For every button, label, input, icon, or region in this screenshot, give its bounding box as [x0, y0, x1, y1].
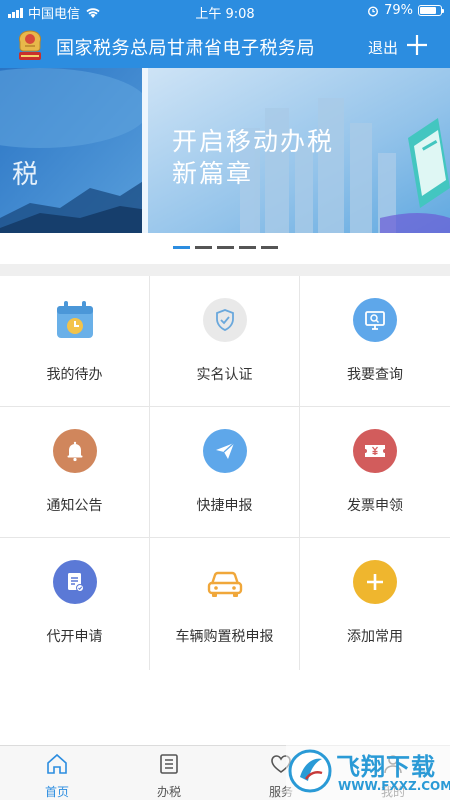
shield-check-icon	[202, 298, 247, 342]
grid-item-label: 实名认证	[196, 367, 253, 383]
tab-tax[interactable]: 办税	[129, 752, 209, 800]
grid-item-label: 我要查询	[347, 367, 403, 383]
banner-headline-2: 新篇章	[172, 159, 254, 188]
status-bar: 中国电信 上午 9:08 79%	[0, 0, 450, 22]
car-icon	[207, 571, 242, 597]
carousel-indicator	[0, 246, 450, 249]
document-edit-icon	[52, 560, 97, 604]
watermark-url: WWW.FXXZ.COM	[338, 779, 450, 793]
banner-left-text: 税	[12, 160, 39, 190]
alarm-icon	[368, 5, 379, 17]
list-icon	[160, 754, 178, 774]
carousel-dot[interactable]	[260, 246, 278, 249]
grid-item-realname-auth[interactable]: 实名认证	[150, 276, 300, 407]
grid-item-add-favorite[interactable]: 添加常用	[300, 538, 450, 670]
logout-button[interactable]: 退出	[368, 37, 398, 58]
carousel-dot[interactable]	[238, 246, 256, 249]
function-grid: 我的待办 实名认证 我要查询 通知公告 快捷申报 发票申领 代开申请 车辆购置税…	[0, 276, 450, 670]
promo-banner[interactable]: 税 开启移动办税 新篇章	[0, 68, 450, 233]
site-watermark: 飞翔下载 WWW.FXXZ.COM	[286, 743, 450, 800]
grid-item-proxy-invoice[interactable]: 代开申请	[0, 538, 150, 670]
carousel-dot[interactable]	[172, 246, 190, 249]
plus-circle-icon	[353, 560, 397, 604]
grid-item-label: 发票申领	[347, 498, 403, 514]
tab-label: 首页	[44, 785, 69, 799]
page-title: 国家税务总局甘肃省电子税务局	[56, 38, 315, 59]
national-tax-emblem-icon	[19, 30, 41, 60]
battery-percent: 79%	[384, 3, 413, 18]
grid-item-label: 快捷申报	[196, 498, 253, 514]
grid-item-my-todo[interactable]: 我的待办	[0, 276, 150, 407]
plus-icon[interactable]	[404, 32, 430, 58]
grid-item-label: 代开申请	[46, 629, 103, 645]
tab-home[interactable]: 首页	[17, 752, 97, 800]
grid-item-quick-declare[interactable]: 快捷申报	[150, 407, 300, 538]
home-icon	[47, 753, 67, 774]
app-header: 中国电信 上午 9:08 79% 国家税务总局甘肃省电子税务局 退出	[0, 0, 450, 68]
grid-item-label: 通知公告	[46, 498, 103, 514]
grid-item-invoice-apply[interactable]: 发票申领	[300, 407, 450, 538]
grid-item-label: 我的待办	[46, 367, 103, 383]
grid-item-notice[interactable]: 通知公告	[0, 407, 150, 538]
section-divider	[0, 264, 450, 276]
ticket-yen-icon	[353, 429, 397, 473]
grid-item-label: 添加常用	[347, 629, 403, 645]
banner-headline-1: 开启移动办税	[172, 127, 335, 156]
paper-plane-icon	[202, 429, 247, 473]
watermark-brand: 飞翔下载	[336, 753, 436, 781]
bell-icon	[52, 429, 97, 473]
calendar-clock-icon	[56, 301, 93, 338]
battery-icon	[418, 5, 444, 16]
grid-item-vehicle-tax[interactable]: 车辆购置税申报	[150, 538, 300, 670]
tab-label: 办税	[156, 785, 181, 799]
grid-item-label: 车辆购置税申报	[175, 629, 274, 645]
carousel-dot[interactable]	[194, 246, 212, 249]
title-bar: 国家税务总局甘肃省电子税务局 退出	[0, 26, 450, 64]
carousel-dot[interactable]	[216, 246, 234, 249]
monitor-search-icon	[353, 298, 397, 342]
grid-item-query[interactable]: 我要查询	[300, 276, 450, 407]
